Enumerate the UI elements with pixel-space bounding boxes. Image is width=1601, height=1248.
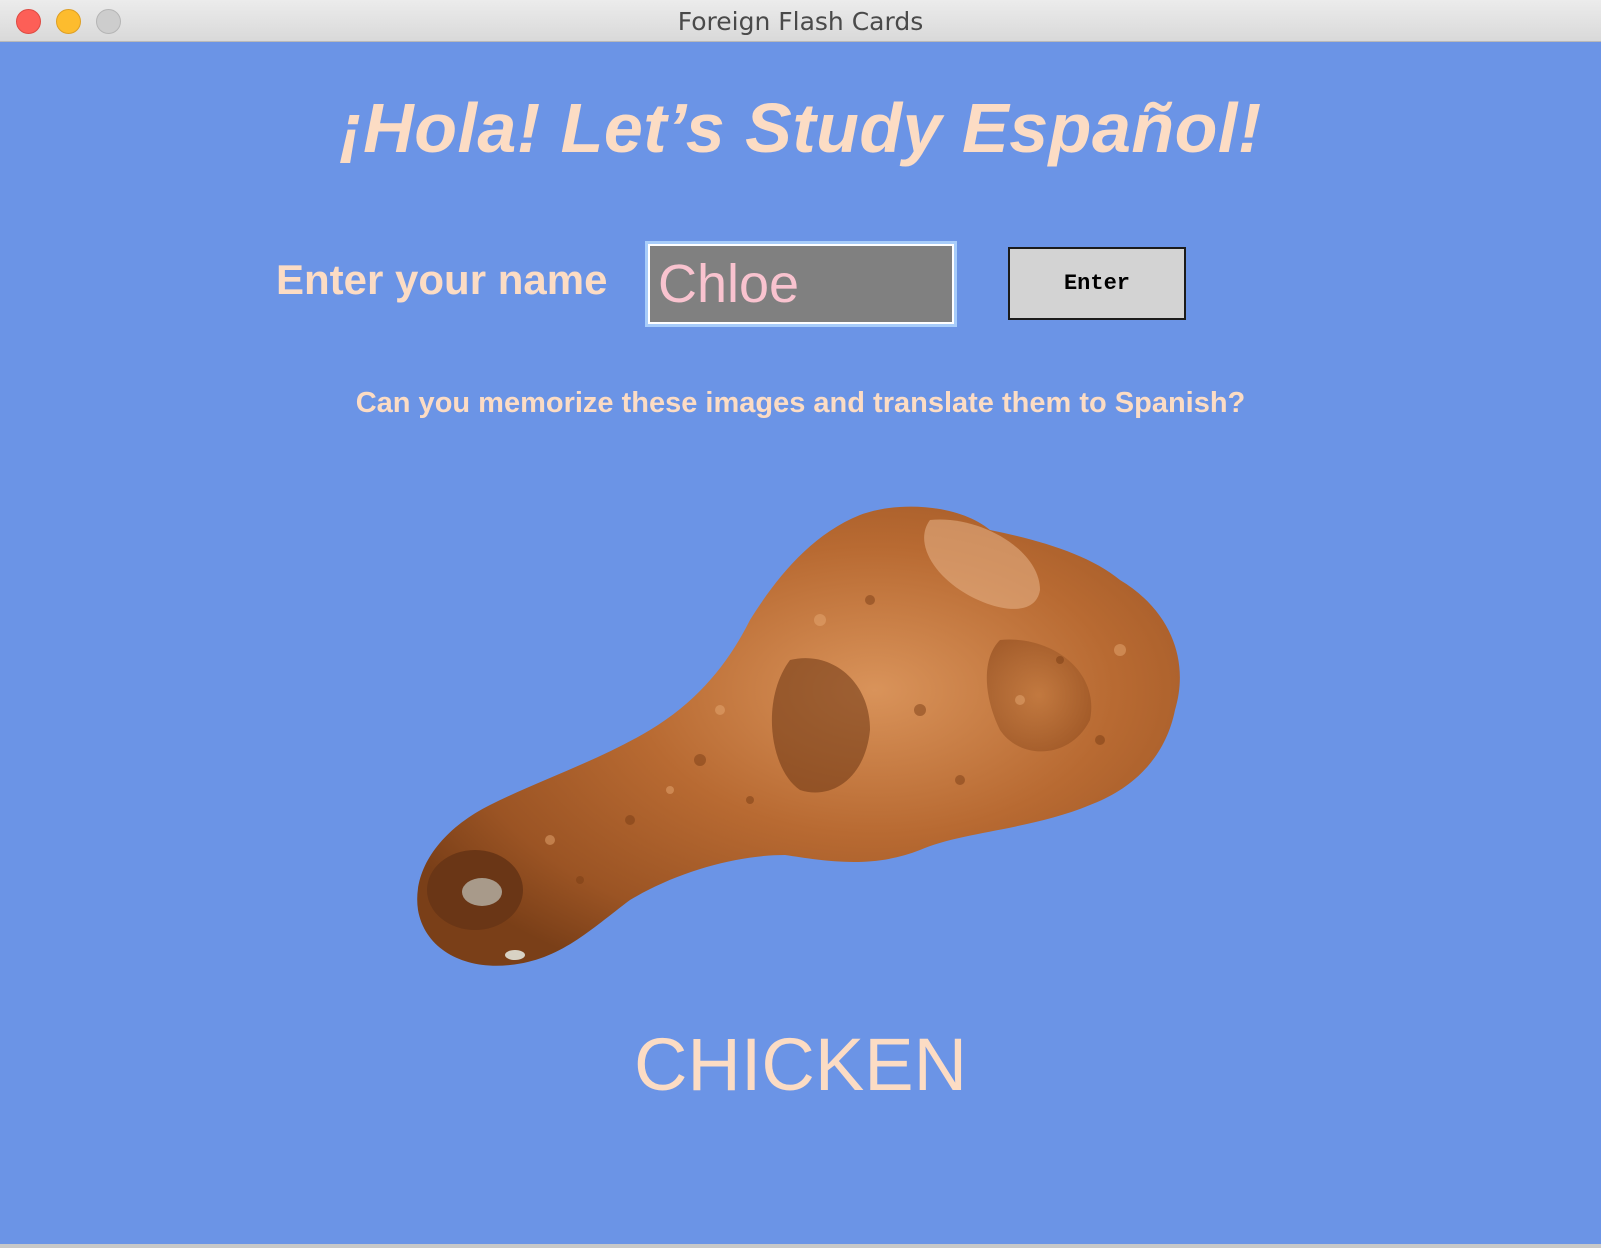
name-prompt-label: Enter your name xyxy=(276,256,608,303)
title-bar[interactable]: Foreign Flash Cards xyxy=(0,0,1601,42)
name-field-focus-ring xyxy=(645,241,957,327)
page-title: ¡Hola! Let’s Study Español! xyxy=(339,89,1262,167)
card-word: CHICKEN xyxy=(633,1023,968,1106)
flash-card-panel: ¡Hola! Let’s Study Español! Enter your n… xyxy=(0,42,1601,1244)
app-window: Foreign Flash Cards ¡Hola! Let’s Study E… xyxy=(0,0,1601,1248)
instructions-text: Can you memorize these images and transl… xyxy=(355,387,1246,419)
fried-chicken-image xyxy=(417,506,1180,966)
window-title: Foreign Flash Cards xyxy=(677,7,924,36)
window-bottom-edge xyxy=(0,1244,1601,1248)
enter-button[interactable]: Enter xyxy=(1008,247,1186,320)
name-input[interactable] xyxy=(650,246,952,322)
